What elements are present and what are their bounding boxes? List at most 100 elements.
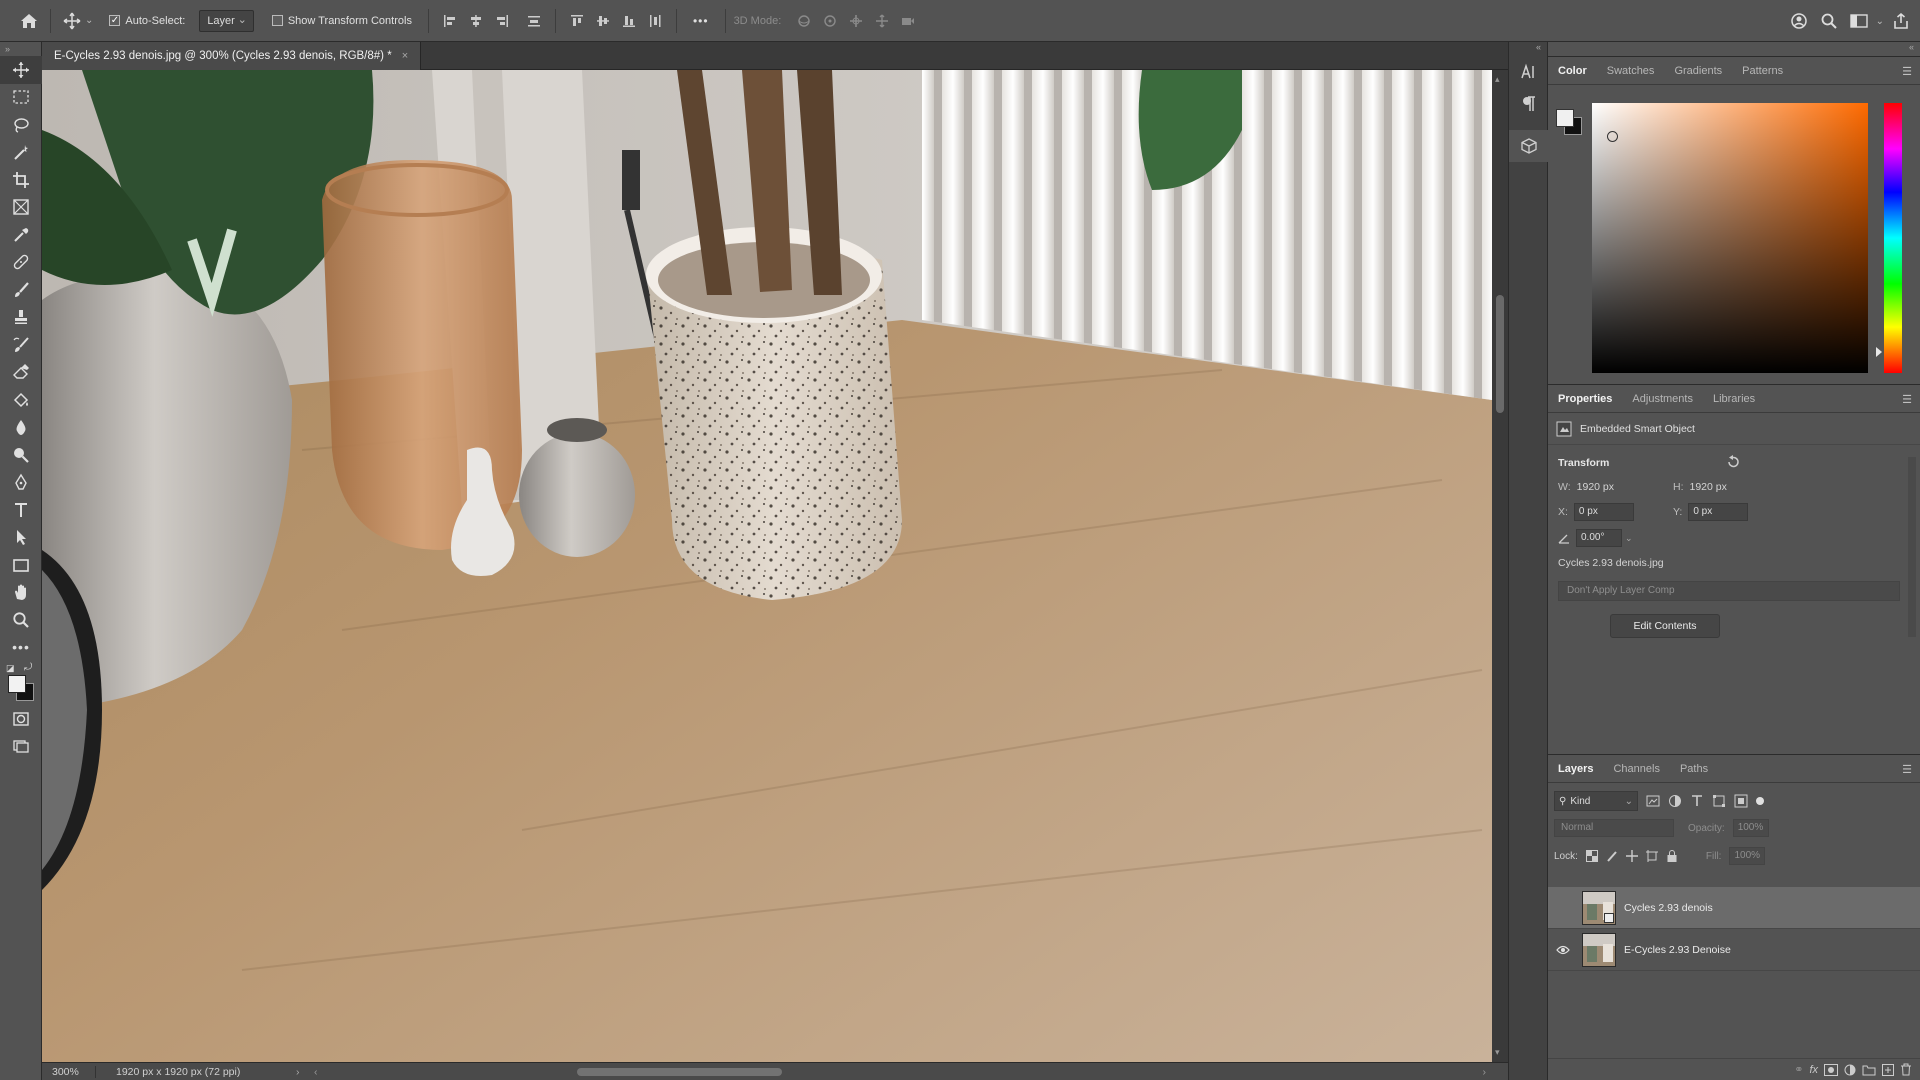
show-transform-controls-checkbox[interactable]: Show Transform Controls xyxy=(271,15,412,27)
hscroll-left-icon[interactable]: ‹ xyxy=(314,1066,318,1078)
layer-name[interactable]: Cycles 2.93 denois xyxy=(1624,902,1713,914)
align-middle-icon[interactable] xyxy=(590,8,616,34)
angle-dropdown-icon[interactable]: ⌄ xyxy=(1625,533,1633,544)
tab-libraries[interactable]: Libraries xyxy=(1703,385,1765,413)
foreground-color-swatch[interactable] xyxy=(8,675,26,693)
tab-layers[interactable]: Layers xyxy=(1548,755,1603,783)
zoom-tool[interactable] xyxy=(0,606,42,634)
frame-tool[interactable] xyxy=(0,194,42,222)
horizontal-scrollbar[interactable] xyxy=(332,1067,1507,1077)
swap-colors-icon[interactable]: ⤾ xyxy=(24,662,32,673)
filter-pixel-icon[interactable] xyxy=(1646,794,1660,808)
toolbar-collapse-icon[interactable]: » xyxy=(0,42,41,56)
crop-tool[interactable] xyxy=(0,166,42,194)
tab-gradients[interactable]: Gradients xyxy=(1664,57,1732,85)
blur-tool[interactable] xyxy=(0,414,42,442)
blend-mode-select[interactable]: Normal xyxy=(1554,819,1674,837)
opacity-input[interactable]: 100% xyxy=(1732,819,1769,837)
filter-kind-select[interactable]: ⚲ Kind ⌄ xyxy=(1554,791,1638,811)
auto-select-target-select[interactable]: Layer xyxy=(199,9,254,32)
panel-menu-icon[interactable]: ☰ xyxy=(1902,763,1912,776)
panels-collapse-icon[interactable]: « xyxy=(1548,42,1920,56)
move-tool-preset-icon[interactable] xyxy=(59,8,85,34)
fill-input[interactable]: 100% xyxy=(1729,847,1766,865)
lock-position-icon[interactable] xyxy=(1625,850,1638,862)
align-left-icon[interactable] xyxy=(437,8,463,34)
edit-contents-button[interactable]: Edit Contents xyxy=(1610,614,1720,638)
angle-input[interactable]: 0.00° xyxy=(1576,529,1622,547)
share-export-icon[interactable] xyxy=(1888,8,1914,34)
vertical-scrollbar[interactable]: ▴ ▾ xyxy=(1492,70,1508,1062)
tab-adjustments[interactable]: Adjustments xyxy=(1622,385,1703,413)
history-brush-tool[interactable] xyxy=(0,331,42,359)
close-tab-icon[interactable]: × xyxy=(402,50,408,62)
pen-tool[interactable] xyxy=(0,469,42,497)
rect-marquee-tool[interactable] xyxy=(0,84,42,112)
preset-dropdown-icon[interactable]: ⌄ xyxy=(85,15,93,26)
layer-visibility-eye-icon[interactable] xyxy=(1548,945,1578,955)
move-tool[interactable] xyxy=(0,56,42,84)
3d-pan-icon[interactable] xyxy=(843,8,869,34)
new-layer-icon[interactable] xyxy=(1882,1063,1894,1076)
lock-artboard-icon[interactable] xyxy=(1645,850,1658,862)
reset-transform-icon[interactable] xyxy=(1726,455,1740,469)
path-selection-tool[interactable] xyxy=(0,524,42,552)
screen-mode-icon[interactable] xyxy=(0,733,42,761)
3d-scale-icon[interactable] xyxy=(895,8,921,34)
filter-type-icon[interactable] xyxy=(1690,794,1704,808)
color-picker-ring[interactable] xyxy=(1607,131,1618,142)
strip-collapse-icon[interactable]: « xyxy=(1509,42,1547,56)
scroll-up-icon[interactable]: ▴ xyxy=(1495,74,1500,85)
workspace-dropdown-icon[interactable]: ⌄ xyxy=(1876,16,1884,27)
align-bottom-icon[interactable] xyxy=(616,8,642,34)
fx-icon[interactable]: fx xyxy=(1809,1064,1818,1076)
edit-toolbar-icon[interactable]: ••• xyxy=(0,634,42,662)
delete-layer-icon[interactable] xyxy=(1900,1063,1912,1076)
hand-tool[interactable] xyxy=(0,579,42,607)
distribute-vertical-icon[interactable] xyxy=(521,8,547,34)
eraser-tool[interactable] xyxy=(0,359,42,387)
color-field[interactable] xyxy=(1592,103,1868,373)
new-adjustment-icon[interactable] xyxy=(1844,1064,1856,1076)
color-panel-foreground-swatch[interactable] xyxy=(1556,109,1574,127)
add-mask-icon[interactable] xyxy=(1824,1063,1838,1076)
status-menu-icon[interactable]: › xyxy=(296,1066,314,1078)
magic-wand-tool[interactable] xyxy=(0,139,42,167)
lasso-tool[interactable] xyxy=(0,111,42,139)
healing-brush-tool[interactable] xyxy=(0,249,42,277)
filter-toggle-icon[interactable] xyxy=(1756,797,1764,805)
width-field[interactable]: 1920 px xyxy=(1577,481,1614,493)
lock-image-icon[interactable] xyxy=(1606,850,1618,862)
tab-properties[interactable]: Properties xyxy=(1548,385,1622,413)
search-icon[interactable] xyxy=(1816,8,1842,34)
lock-all-icon[interactable] xyxy=(1666,850,1678,862)
zoom-level-field[interactable]: 300% xyxy=(42,1065,96,1078)
workspace-icon[interactable] xyxy=(1846,8,1872,34)
scroll-down-icon[interactable]: ▾ xyxy=(1495,1047,1500,1058)
align-right-icon[interactable] xyxy=(489,8,515,34)
height-field[interactable]: 1920 px xyxy=(1690,481,1727,493)
paragraph-panel-icon[interactable] xyxy=(1509,88,1549,120)
link-layers-icon[interactable]: ⚭ xyxy=(1794,1063,1803,1076)
distribute-horizontal-icon[interactable] xyxy=(642,8,668,34)
paint-bucket-tool[interactable] xyxy=(0,386,42,414)
layer-row[interactable]: Cycles 2.93 denois xyxy=(1548,887,1920,929)
lock-transparent-icon[interactable] xyxy=(1585,850,1598,862)
align-center-icon[interactable] xyxy=(463,8,489,34)
more-options-button[interactable]: ••• xyxy=(693,14,709,28)
eyedropper-tool[interactable] xyxy=(0,221,42,249)
filter-shape-icon[interactable] xyxy=(1712,794,1726,808)
tab-swatches[interactable]: Swatches xyxy=(1597,57,1665,85)
layer-name[interactable]: E-Cycles 2.93 Denoise xyxy=(1624,944,1731,956)
color-swatches[interactable]: ◪ ⤾ xyxy=(0,661,42,705)
layer-comp-select[interactable]: Don't Apply Layer Comp xyxy=(1558,581,1900,601)
canvas-area[interactable]: ▴ ▾ xyxy=(42,70,1508,1062)
tab-color[interactable]: Color xyxy=(1548,57,1597,85)
share-user-icon[interactable] xyxy=(1786,8,1812,34)
3d-orbit-icon[interactable] xyxy=(791,8,817,34)
home-icon[interactable] xyxy=(16,8,42,34)
hscroll-right-icon[interactable]: › xyxy=(1483,1066,1487,1078)
3d-panel-icon[interactable] xyxy=(1509,130,1549,162)
vertical-scroll-thumb[interactable] xyxy=(1496,295,1504,413)
x-input[interactable]: 0 px xyxy=(1573,503,1634,521)
